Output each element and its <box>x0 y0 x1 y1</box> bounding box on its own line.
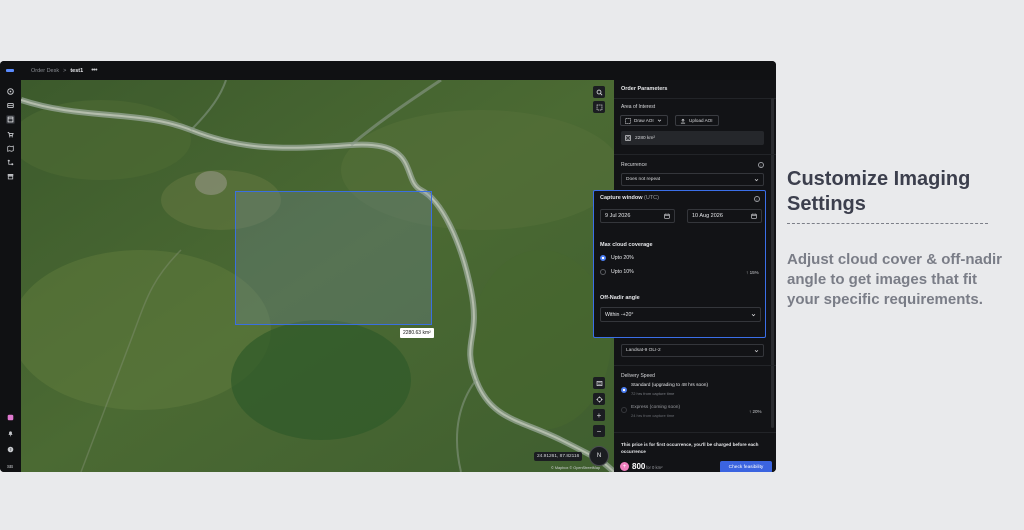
divider <box>614 154 776 155</box>
capture-window-card: Capture window (UTC) i 9 Jul 2026 10 Aug… <box>593 190 766 338</box>
price-footer: This price is for first occurrence, you'… <box>614 432 776 472</box>
info-icon[interactable]: i <box>754 196 760 202</box>
aoi-rectangle[interactable] <box>235 191 432 325</box>
off-nadir-label: Off-Nadir angle <box>600 295 640 301</box>
check-feasibility-button[interactable]: Check feasibility <box>720 461 772 472</box>
recurrence-value: Does not repeat <box>626 177 661 182</box>
chevron-down-icon <box>751 313 756 316</box>
callout-title-line1: Customize Imaging <box>787 168 971 190</box>
aoi-area-field: 2280 km² <box>621 131 764 145</box>
callout-title: Customize Imaging Settings <box>787 167 970 217</box>
delivery-standard-sub: 72 hrs from capture time <box>631 391 675 396</box>
divider <box>614 365 776 366</box>
calendar-icon <box>664 213 670 219</box>
map-locate-button[interactable] <box>593 393 605 405</box>
notifications-icon[interactable] <box>6 429 15 438</box>
aoi-area-value: 2280 km² <box>635 135 655 141</box>
credits-icon: + <box>620 462 629 471</box>
breadcrumb-current: test1 <box>70 67 84 74</box>
sensor-value: Landsat-9 OLI-2 <box>626 348 661 353</box>
breadcrumb-root[interactable]: Order Desk <box>31 68 59 74</box>
cloud-20-label: Upto 20% <box>611 255 634 261</box>
cart-icon[interactable] <box>6 130 15 139</box>
compass-icon[interactable]: N <box>589 446 609 466</box>
draw-aoi-label: Draw AOI <box>634 118 654 123</box>
off-nadir-value: Within -+20° <box>605 311 634 318</box>
side-nav: ? SB <box>0 80 21 472</box>
delivery-express-label: Express (coming soon) <box>631 405 681 410</box>
breadcrumb: Order Desk > test1 ••• <box>31 67 98 74</box>
area-of-interest-label: Area of Interest <box>621 104 656 110</box>
zoom-out-button[interactable]: − <box>593 425 605 437</box>
workflow-icon[interactable] <box>6 158 15 167</box>
map-icon[interactable] <box>6 144 15 153</box>
draw-aoi-button[interactable]: Draw AOI <box>620 115 668 126</box>
chevron-down-icon <box>754 178 759 181</box>
delivery-standard-label: Standard (upgrading to 48 hrs soon) <box>631 383 709 388</box>
cloud-10-label: Upto 10% <box>611 269 634 275</box>
delivery-standard-radio[interactable] <box>621 387 627 393</box>
price-sub: for 0 km² <box>646 465 663 470</box>
panel-scrollbar[interactable] <box>771 98 774 428</box>
delivery-speed-label: Delivery Speed <box>621 373 655 379</box>
recurrence-select[interactable]: Does not repeat <box>621 173 764 186</box>
info-icon[interactable]: i <box>758 162 764 168</box>
upload-aoi-label: Upload AOI <box>689 118 713 123</box>
cursor-coordinates: 24.91261, 87.82116 <box>534 452 583 461</box>
chevron-down-icon <box>657 119 661 122</box>
cloud-20-radio[interactable] <box>600 255 606 261</box>
map-layers-button[interactable] <box>593 377 605 389</box>
dashboard-icon[interactable] <box>6 87 15 96</box>
max-cloud-label: Max cloud coverage <box>600 242 653 248</box>
aoi-area-label: 2280.63 km² <box>400 328 434 338</box>
callout-title-line2: Settings <box>787 193 866 215</box>
cloud-10-price-increase: ↑ 15% <box>746 270 759 275</box>
avatar[interactable]: SB <box>4 462 16 471</box>
chevron-down-icon <box>754 349 759 352</box>
capture-window-title: Capture window <box>600 195 643 201</box>
divider <box>614 98 776 99</box>
capture-window-label: Capture window (UTC) <box>600 195 659 201</box>
sensor-select[interactable]: Landsat-9 OLI-2 <box>621 344 764 357</box>
tasking-icon[interactable] <box>6 115 15 124</box>
price-value: 800 <box>632 462 646 471</box>
svg-text:?: ? <box>9 447 11 452</box>
app-logo[interactable] <box>0 61 20 80</box>
map-draw-tool-button[interactable] <box>593 101 605 113</box>
cloud-10-radio[interactable] <box>600 269 606 275</box>
calendar-icon <box>751 213 757 219</box>
start-date-value: 9 Jul 2026 <box>605 213 631 219</box>
upload-aoi-button[interactable]: Upload AOI <box>675 115 719 126</box>
express-price-increase: ↑ 20% <box>749 409 762 414</box>
callout-divider <box>787 223 988 224</box>
callout-body: Adjust cloud cover & off-nadir angle to … <box>787 251 1003 308</box>
more-menu-icon[interactable]: ••• <box>91 67 97 74</box>
top-bar: Order Desk > test1 ••• <box>0 61 776 80</box>
map-attribution: © Mapbox © OpenStreetMap <box>551 466 601 470</box>
breadcrumb-separator: > <box>63 67 67 74</box>
archive-icon[interactable] <box>6 172 15 181</box>
delivery-express-radio[interactable] <box>621 407 627 413</box>
capture-window-unit: (UTC) <box>644 195 659 201</box>
end-date-input[interactable]: 10 Aug 2026 <box>687 209 762 223</box>
off-nadir-select[interactable]: Within -+20° <box>600 307 761 322</box>
price-note: This price is for first occurrence, you'… <box>621 442 759 454</box>
catalog-icon[interactable] <box>6 101 15 110</box>
map-search-button[interactable] <box>593 86 605 98</box>
recurrence-label: Recurrence <box>621 162 647 168</box>
panel-title: Order Parameters <box>621 86 668 92</box>
end-date-value: 10 Aug 2026 <box>692 213 723 219</box>
help-icon[interactable]: ? <box>6 445 15 454</box>
apps-icon[interactable] <box>6 413 15 422</box>
compass-label: N <box>596 453 602 459</box>
upload-icon <box>680 118 686 123</box>
delivery-express-sub: 24 hrs from capture time <box>631 413 675 418</box>
start-date-input[interactable]: 9 Jul 2026 <box>600 209 675 223</box>
zoom-in-button[interactable]: + <box>593 409 605 421</box>
draw-aoi-icon <box>625 117 631 124</box>
area-icon <box>625 135 631 141</box>
map-view[interactable]: 2280.63 km² + − 24.91261, 87.82116 N © M… <box>21 80 614 472</box>
